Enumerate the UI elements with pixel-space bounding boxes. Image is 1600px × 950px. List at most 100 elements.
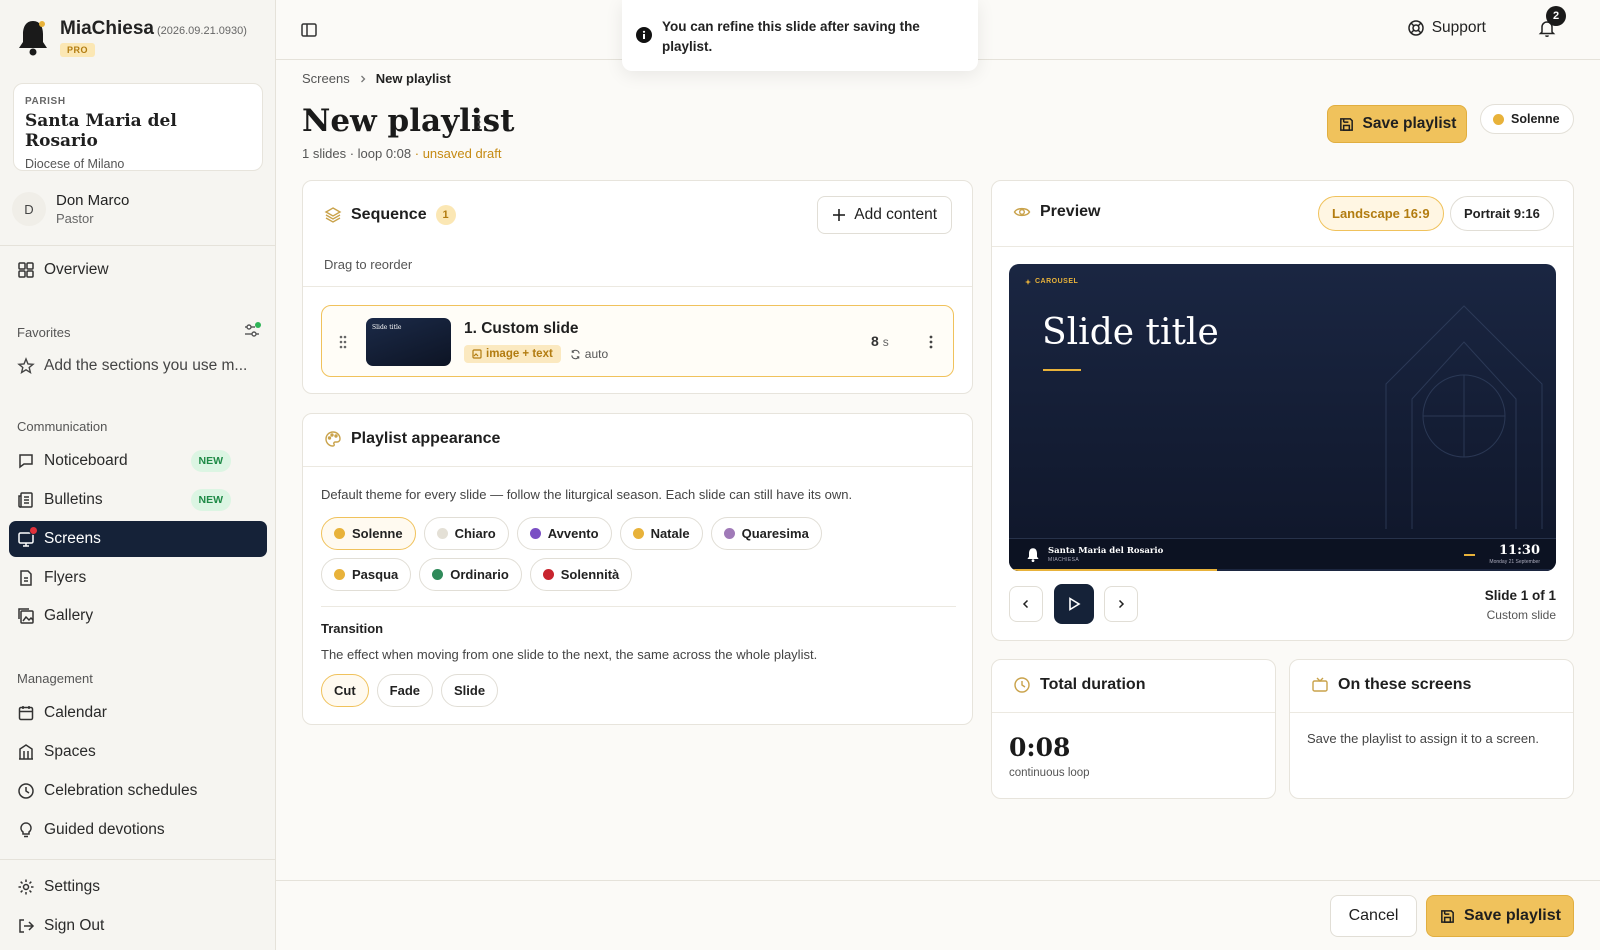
favorites-heading: Favorites: [17, 325, 71, 340]
theme-chip-label: Avvento: [547, 526, 599, 541]
screens-title: On these screens: [1338, 676, 1472, 693]
sidebar-item-label: Overview: [44, 261, 109, 278]
sidebar-item-overview[interactable]: Overview: [9, 252, 267, 288]
theme-pill[interactable]: Solenne: [1480, 104, 1574, 134]
image-icon: [472, 349, 482, 359]
sidebar-item-screens[interactable]: Screens: [9, 521, 267, 557]
notifications-button[interactable]: 2: [1538, 6, 1566, 38]
parish-name: Santa Maria del Rosario: [25, 111, 177, 151]
add-content-label: Add content: [854, 206, 937, 223]
duration-title: Total duration: [1040, 676, 1146, 693]
more-vertical-icon[interactable]: [476, 114, 482, 130]
preview-date: Monday 21 September: [1489, 559, 1540, 565]
theme-chip-quaresima[interactable]: Quaresima: [710, 517, 822, 550]
slide-mode-label: auto: [584, 347, 609, 361]
duration-header: Total duration: [1013, 676, 1145, 694]
theme-chip-pasqua[interactable]: Pasqua: [321, 558, 412, 591]
theme-chip-label: Quaresima: [741, 526, 809, 541]
sidebar-item-guided-devotions[interactable]: Guided devotions: [9, 812, 267, 848]
cancel-button[interactable]: Cancel: [1330, 895, 1417, 937]
toast-message: You can refine this slide after saving t…: [662, 19, 920, 54]
duration-value: 0:08: [1009, 733, 1071, 762]
sidebar-item-settings[interactable]: Settings: [9, 869, 267, 905]
support-label: Support: [1431, 19, 1486, 36]
clock-icon: [1013, 676, 1031, 694]
sidebar-item-calendar[interactable]: Calendar: [9, 695, 267, 731]
preview-card: Preview Landscape 16:9 Portrait 9:16 CAR…: [991, 180, 1574, 641]
sequence-header: Sequence 1: [324, 205, 456, 225]
play-button[interactable]: [1054, 584, 1094, 624]
transition-chip-slide[interactable]: Slide: [441, 674, 499, 707]
brand[interactable]: MiaChiesa (2026.09.21.0930) PRO: [16, 18, 247, 58]
transition-chip-fade[interactable]: Fade: [376, 674, 434, 707]
save-playlist-button[interactable]: Save playlist: [1327, 105, 1467, 143]
user-profile[interactable]: D Don Marco Pastor: [12, 192, 129, 226]
slide-item[interactable]: Slide title 1. Custom slide image + text…: [321, 305, 954, 377]
theme-chip-solenne[interactable]: Solenne: [321, 517, 416, 550]
theme-chip-avvento[interactable]: Avvento: [516, 517, 612, 550]
total-duration-card: Total duration 0:08 continuous loop: [991, 659, 1276, 799]
add-content-button[interactable]: Add content: [817, 196, 952, 234]
sidebar-item-spaces[interactable]: Spaces: [9, 734, 267, 770]
preview-brand: MIACHIESA: [1048, 557, 1080, 563]
sidebar-item-label: Screens: [44, 530, 101, 547]
theme-chip-ordinario[interactable]: Ordinario: [419, 558, 522, 591]
appearance-card: Playlist appearance Default theme for ev…: [302, 413, 973, 725]
preview-time: 11:30: [1499, 543, 1540, 558]
alert-dot: [29, 526, 38, 535]
favorites-settings-icon[interactable]: [243, 321, 261, 339]
more-vertical-icon[interactable]: [928, 334, 934, 350]
sidebar-toggle-icon[interactable]: [300, 21, 318, 39]
theme-chip-label: Natale: [650, 526, 690, 541]
slide-position: Slide 1 of 1: [1484, 588, 1556, 603]
layers-icon: [324, 206, 342, 224]
newspaper-icon: [17, 491, 35, 509]
sidebar-item-label: Celebration schedules: [44, 782, 198, 799]
theme-chip-chiaro[interactable]: Chiaro: [423, 517, 509, 550]
next-slide-button[interactable]: [1104, 586, 1138, 622]
transition-description: The effect when moving from one slide to…: [321, 647, 818, 662]
sidebar-item-bulletins[interactable]: Bulletins NEW: [9, 482, 267, 518]
message-icon: [17, 452, 35, 470]
preview-parish-name: Santa Maria del Rosario: [1048, 546, 1164, 556]
brand-name: MiaChiesa: [60, 18, 154, 39]
sidebar-item-sign-out[interactable]: Sign Out: [9, 908, 267, 944]
screens-text: Save the playlist to assign it to a scre…: [1307, 731, 1539, 746]
sidebar-item-noticeboard[interactable]: Noticeboard NEW: [9, 443, 267, 479]
theme-chip-solennità[interactable]: Solennità: [529, 558, 633, 591]
page-title: New playlist: [302, 103, 515, 139]
sidebar-item-celebration-schedules[interactable]: Celebration schedules: [9, 773, 267, 809]
landscape-toggle[interactable]: Landscape 16:9: [1318, 196, 1444, 231]
monitor-icon: [17, 526, 38, 548]
transition-heading: Transition: [321, 621, 384, 636]
chevron-right-icon: [1116, 599, 1126, 609]
slide-duration[interactable]: 8 s: [871, 333, 889, 349]
theme-chip-label: Chiaro: [454, 526, 496, 541]
theme-color-dot: [723, 528, 735, 539]
theme-chip-natale[interactable]: Natale: [619, 517, 703, 550]
drag-handle-icon[interactable]: [338, 335, 348, 349]
progress-fill: [1009, 569, 1217, 571]
slide-position-sub: Custom slide: [1486, 608, 1556, 622]
preview-title: Preview: [1040, 203, 1101, 220]
preview-footer-bar: Santa Maria del Rosario MIACHIESA 11:30 …: [1009, 538, 1556, 571]
play-icon: [1067, 597, 1081, 611]
chevron-right-icon: [358, 74, 368, 84]
transition-chip-cut[interactable]: Cut: [321, 674, 369, 707]
breadcrumb-root[interactable]: Screens: [302, 71, 350, 86]
assigned-screens-card: On these screens Save the playlist to as…: [1289, 659, 1574, 799]
transition-chips: Cut Fade Slide: [321, 674, 499, 707]
gear-icon: [17, 878, 35, 896]
previous-slide-button[interactable]: [1009, 586, 1043, 622]
sidebar-item-gallery[interactable]: Gallery: [9, 598, 267, 634]
support-button[interactable]: Support: [1407, 19, 1486, 37]
progress-track: [1009, 569, 1556, 571]
portrait-toggle[interactable]: Portrait 9:16: [1450, 196, 1554, 231]
clock-icon: [17, 782, 35, 800]
sequence-hint: Drag to reorder: [324, 257, 413, 272]
sidebar-item-flyers[interactable]: Flyers: [9, 560, 267, 596]
parish-card[interactable]: PARISH Santa Maria del Rosario Diocese o…: [13, 83, 263, 171]
sequence-title: Sequence: [351, 206, 427, 223]
chevron-left-icon: [1021, 599, 1031, 609]
save-playlist-button[interactable]: Save playlist: [1426, 895, 1574, 937]
